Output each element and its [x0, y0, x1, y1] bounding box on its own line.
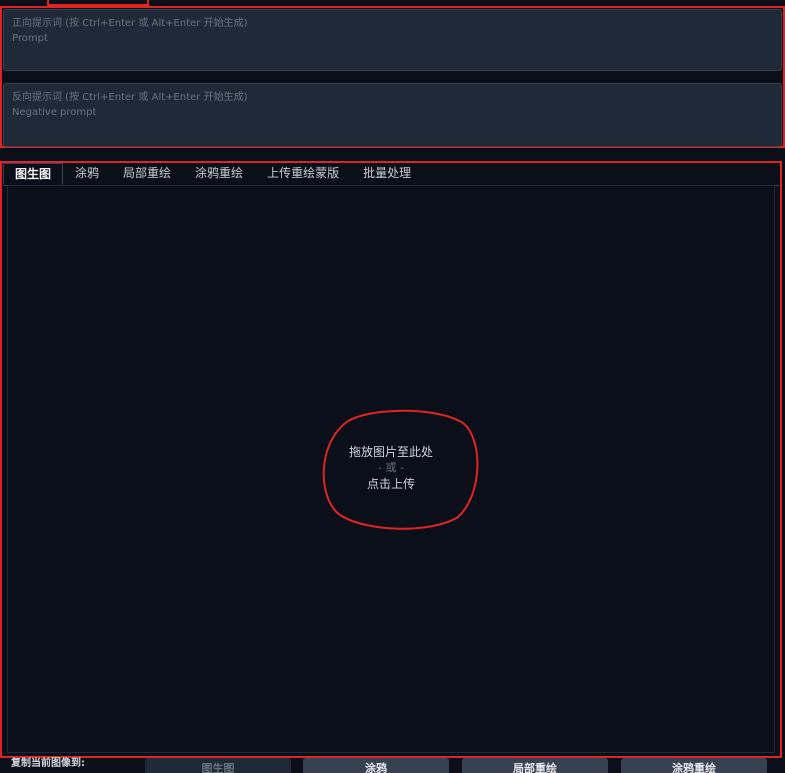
tab-img2img[interactable]: 图生图: [3, 163, 64, 185]
prompt-region: 正向提示词 (按 Ctrl+Enter 或 Alt+Enter 开始生成) Pr…: [0, 6, 785, 148]
copy-to-inpaint-sketch-button[interactable]: 涂鸦重绘: [621, 758, 767, 773]
negative-prompt-label: 反向提示词 (按 Ctrl+Enter 或 Alt+Enter 开始生成): [12, 92, 248, 103]
tab-batch[interactable]: 批量处理: [351, 163, 423, 185]
copy-to-img2img-button[interactable]: 图生图: [145, 758, 291, 773]
tab-inpaint[interactable]: 局部重绘: [111, 163, 183, 185]
copy-to-sketch-button[interactable]: 涂鸦: [303, 758, 449, 773]
upload-or-text: - 或 -: [378, 461, 404, 474]
upload-instructions: 拖放图片至此处 - 或 - 点击上传: [8, 444, 774, 492]
negative-prompt-placeholder: Negative prompt: [12, 107, 97, 118]
copy-image-label: 复制当前图像到:: [11, 758, 85, 769]
positive-prompt-label: 正向提示词 (按 Ctrl+Enter 或 Alt+Enter 开始生成): [12, 18, 248, 29]
tab-sketch[interactable]: 涂鸦: [63, 163, 111, 185]
upload-click-text: 点击上传: [366, 477, 415, 491]
image-upload-dropzone[interactable]: 拖放图片至此处 - 或 - 点击上传: [7, 185, 775, 753]
img2img-panel: 图生图 涂鸦 局部重绘 涂鸦重绘 上传重绘蒙版 批量处理 拖放图片至此处 - 或…: [0, 161, 782, 758]
tab-inpaint-sketch[interactable]: 涂鸦重绘: [183, 163, 255, 185]
copy-to-inpaint-button[interactable]: 局部重绘: [462, 758, 608, 773]
app-root: 正向提示词 (按 Ctrl+Enter 或 Alt+Enter 开始生成) Pr…: [0, 0, 785, 773]
img2img-tab-bar: 图生图 涂鸦 局部重绘 涂鸦重绘 上传重绘蒙版 批量处理: [3, 163, 779, 186]
negative-prompt-field[interactable]: 反向提示词 (按 Ctrl+Enter 或 Alt+Enter 开始生成) Ne…: [3, 83, 782, 147]
upload-drop-text: 拖放图片至此处: [348, 445, 433, 459]
positive-prompt-field[interactable]: 正向提示词 (按 Ctrl+Enter 或 Alt+Enter 开始生成) Pr…: [3, 9, 782, 71]
positive-prompt-placeholder: Prompt: [12, 33, 48, 44]
tab-inpaint-upload[interactable]: 上传重绘蒙版: [255, 163, 351, 185]
